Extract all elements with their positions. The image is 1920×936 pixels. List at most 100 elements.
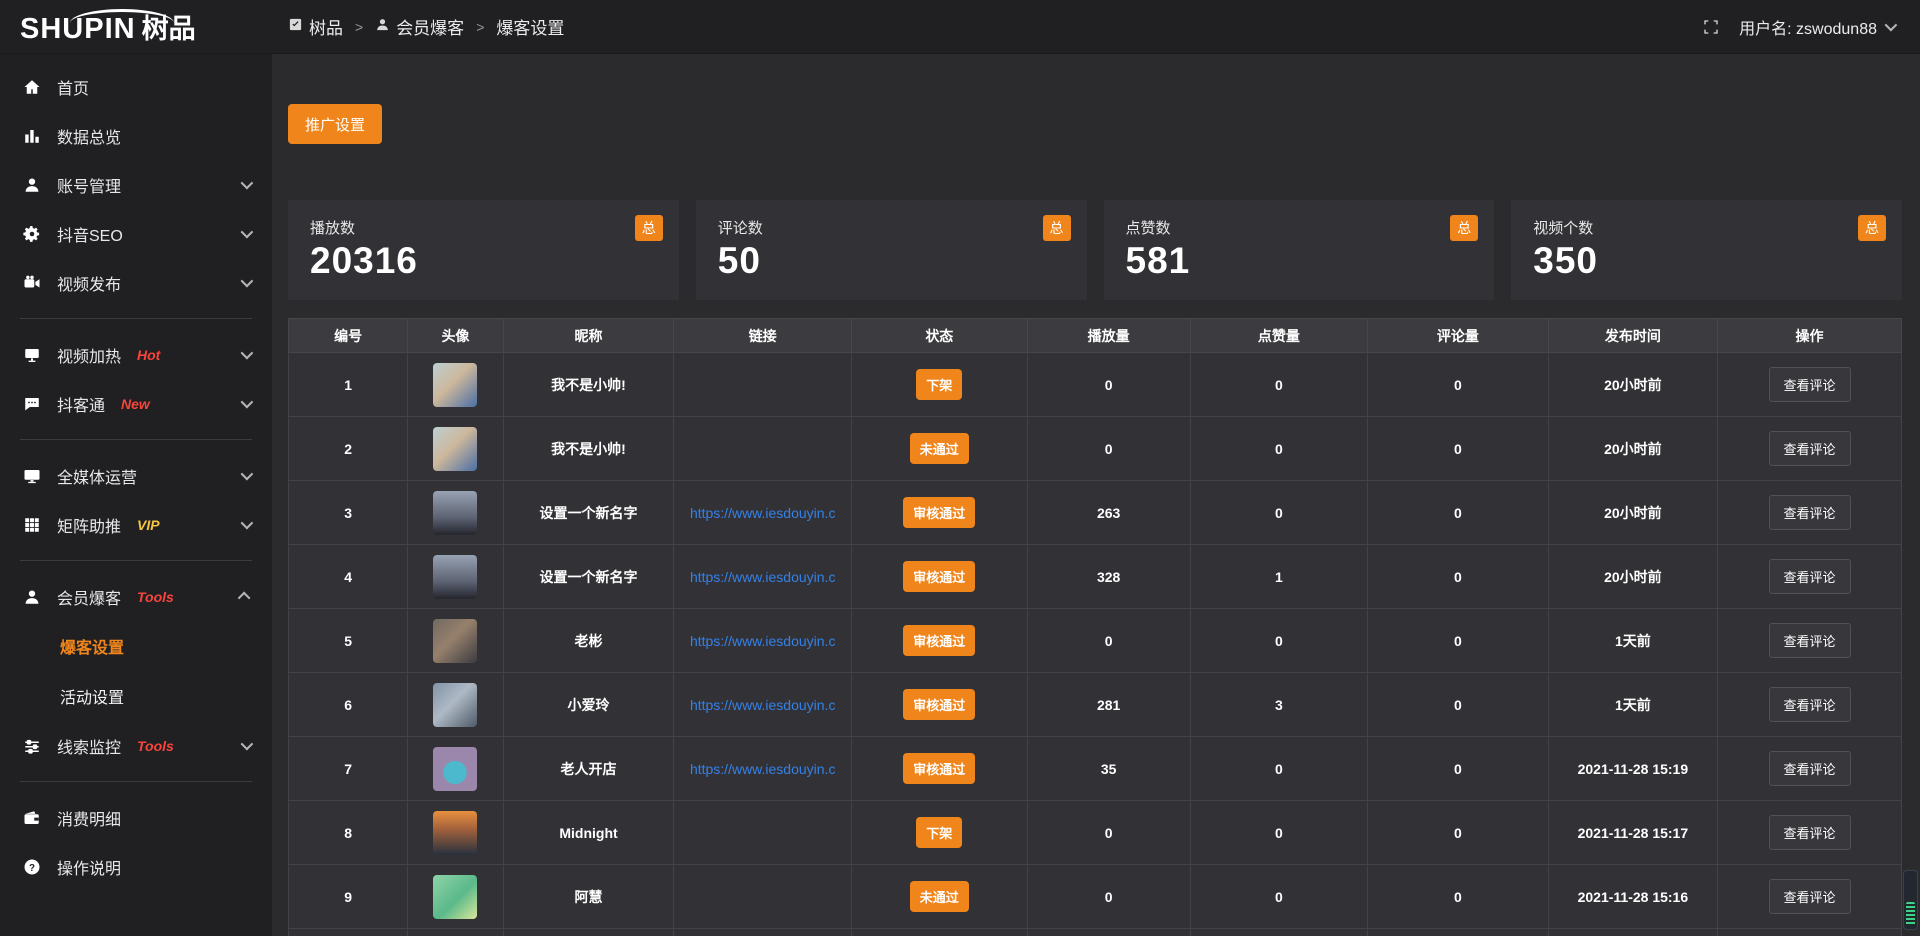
status-badge[interactable]: 审核通过 (903, 561, 975, 592)
user-menu[interactable]: 用户名: zswodun88 (1739, 15, 1894, 39)
video-camera-icon (22, 273, 42, 293)
status-badge[interactable]: 下架 (916, 817, 962, 848)
cell-link: https://www.iesdouyin.c (674, 737, 851, 801)
avatar (433, 747, 477, 791)
breadcrumb-item-home[interactable]: 树品 (288, 14, 343, 39)
view-comments-button[interactable]: 查看评论 (1769, 687, 1851, 722)
sidebar-item-account-management[interactable]: 账号管理 (0, 160, 272, 209)
view-comments-button[interactable]: 查看评论 (1769, 751, 1851, 786)
fullscreen-icon[interactable] (1703, 19, 1719, 35)
sidebar-item-tag: Tools (137, 738, 174, 754)
chat-icon (22, 394, 42, 414)
cell-likes (1190, 929, 1367, 936)
sidebar-item-video-publish[interactable]: 视频发布 (0, 258, 272, 307)
status-badge[interactable]: 未通过 (910, 881, 969, 912)
sidebar-item-clue-monitor[interactable]: 线索监控Tools (0, 721, 272, 770)
breadcrumb-separator: > (476, 19, 484, 35)
sidebar-subitem-label: 爆客设置 (60, 634, 124, 658)
sidebar-item-data-overview[interactable]: 数据总览 (0, 111, 272, 160)
breadcrumb-item-member[interactable]: 会员爆客 (375, 14, 464, 39)
cell-id (289, 929, 408, 936)
stat-card-value: 20316 (310, 240, 657, 282)
status-badge[interactable]: 审核通过 (903, 689, 975, 720)
sidebar-subitem-activity-settings[interactable]: 活动设置 (0, 671, 272, 721)
cell-nickname: 我不是小帅! (503, 417, 674, 481)
sidebar-item-video-heat[interactable]: 视频加热Hot (0, 330, 272, 379)
total-badge: 总 (1858, 215, 1886, 241)
column-header: 发布时间 (1548, 319, 1717, 353)
chevron-down-icon (241, 517, 254, 530)
cell-comments: 0 (1368, 417, 1549, 481)
view-comments-button[interactable]: 查看评论 (1769, 367, 1851, 402)
cell-action: 查看评论 (1718, 737, 1902, 801)
sidebar-item-label: 抖客通 (57, 392, 105, 416)
breadcrumb-label: 会员爆客 (396, 14, 464, 39)
cell-link (674, 929, 851, 936)
video-link[interactable]: https://www.iesdouyin.c (690, 505, 836, 521)
view-comments-button[interactable]: 查看评论 (1769, 495, 1851, 530)
status-badge[interactable]: 审核通过 (903, 625, 975, 656)
sidebar-item-member-baoke[interactable]: 会员爆客Tools (0, 572, 272, 621)
cell-id: 6 (289, 673, 408, 737)
table-row: 8Midnight下架0002021-11-28 15:17查看评论 (289, 801, 1902, 865)
sidebar-item-omni-media[interactable]: 全媒体运营 (0, 451, 272, 500)
cell-id: 9 (289, 865, 408, 929)
sidebar-item-home[interactable]: 首页 (0, 62, 272, 111)
video-link[interactable]: https://www.iesdouyin.c (690, 633, 836, 649)
cell-likes: 0 (1190, 353, 1367, 417)
cell-link (674, 353, 851, 417)
column-header: 状态 (851, 319, 1027, 353)
sidebar-item-consumption-detail[interactable]: 消费明细 (0, 793, 272, 842)
cell-time: 2021-11-28 15:17 (1548, 801, 1717, 865)
cell-likes: 1 (1190, 545, 1367, 609)
chevron-down-icon (241, 226, 254, 239)
cell-action: 查看评论 (1718, 481, 1902, 545)
status-badge[interactable]: 未通过 (910, 433, 969, 464)
table-header-row: 编号头像昵称链接状态播放量点赞量评论量发布时间操作 (289, 319, 1902, 353)
cell-action: 查看评论 (1718, 545, 1902, 609)
sidebar-item-matrix-boost[interactable]: 矩阵助推 VIP (0, 500, 272, 549)
sidebar-item-douketong[interactable]: 抖客通New (0, 379, 272, 428)
cell-plays: 0 (1027, 801, 1190, 865)
view-comments-button[interactable]: 查看评论 (1769, 559, 1851, 594)
cell-action: 查看评论 (1718, 801, 1902, 865)
cell-likes: 0 (1190, 737, 1367, 801)
cell-plays: 35 (1027, 737, 1190, 801)
cell-avatar (408, 929, 503, 936)
wallet-icon (22, 808, 42, 828)
stat-cards: 播放数20316总评论数50总点赞数581总视频个数350总 (288, 200, 1902, 300)
cell-plays: 0 (1027, 609, 1190, 673)
view-comments-button[interactable]: 查看评论 (1769, 879, 1851, 914)
cell-plays: 281 (1027, 673, 1190, 737)
video-link[interactable]: https://www.iesdouyin.c (690, 761, 836, 777)
cell-avatar (408, 417, 503, 481)
status-badge[interactable]: 审核通过 (903, 497, 975, 528)
view-comments-button[interactable]: 查看评论 (1769, 431, 1851, 466)
sidebar-item-operation-guide[interactable]: ?操作说明 (0, 842, 272, 891)
status-badge[interactable]: 审核通过 (903, 753, 975, 784)
cell-comments: 0 (1368, 353, 1549, 417)
cell-plays (1027, 929, 1190, 936)
avatar (433, 875, 477, 919)
status-badge[interactable]: 下架 (916, 369, 962, 400)
sidebar-subitem-baoke-settings[interactable]: 爆客设置 (0, 621, 272, 671)
cell-avatar (408, 801, 503, 865)
video-link[interactable]: https://www.iesdouyin.c (690, 697, 836, 713)
video-link[interactable]: https://www.iesdouyin.c (690, 569, 836, 585)
sidebar-item-douyin-seo[interactable]: 抖音SEO (0, 209, 272, 258)
promo-settings-button[interactable]: 推广设置 (288, 104, 382, 144)
view-comments-button[interactable]: 查看评论 (1769, 815, 1851, 850)
cell-id: 2 (289, 417, 408, 481)
table-row: 2我不是小帅!未通过00020小时前查看评论 (289, 417, 1902, 481)
sidebar-item-tag: VIP (137, 517, 160, 533)
cell-comments: 0 (1368, 801, 1549, 865)
cell-nickname: 设置一个新名字 (503, 545, 674, 609)
grid-icon (22, 515, 42, 535)
sidebar-item-label: 矩阵助推 (57, 513, 121, 537)
cell-likes: 0 (1190, 865, 1367, 929)
cell-likes: 0 (1190, 801, 1367, 865)
table-row: 4设置一个新名字https://www.iesdouyin.c审核通过32810… (289, 545, 1902, 609)
cell-avatar (408, 673, 503, 737)
view-comments-button[interactable]: 查看评论 (1769, 623, 1851, 658)
scrollbar-widget[interactable] (1903, 870, 1918, 930)
